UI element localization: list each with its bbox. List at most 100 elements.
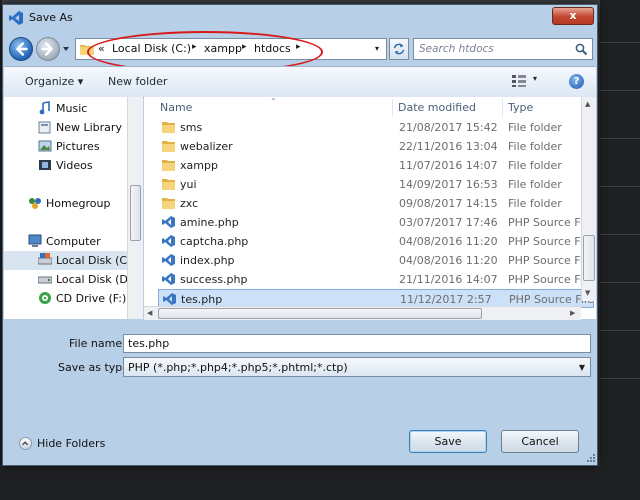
help-icon[interactable]: ? [569, 74, 584, 89]
file-name: tes.php [181, 293, 223, 306]
php-file-icon [162, 216, 175, 228]
videos-icon [39, 160, 51, 170]
file-list-vertical-scrollbar[interactable]: ▲ ▼ [581, 97, 596, 301]
nav-item-cd-drive[interactable]: CD Drive (F:) M [4, 289, 128, 308]
scroll-left-icon[interactable]: ◀ [147, 309, 152, 317]
file-name-input[interactable] [123, 334, 591, 353]
address-prefix[interactable]: « [98, 42, 105, 55]
file-date: 04/08/2016 11:20 [399, 235, 498, 248]
homegroup-icon [29, 198, 41, 209]
file-row[interactable]: amine.php 03/07/2017 17:46 PHP Source Fi… [158, 213, 594, 232]
file-row[interactable]: zxc 09/08/2017 14:15 File folder [158, 194, 594, 213]
recent-locations-chevron-icon[interactable] [62, 45, 70, 53]
cancel-button[interactable]: Cancel [501, 430, 579, 453]
computer-icon [28, 234, 42, 247]
php-file-icon [163, 293, 176, 305]
column-header-type[interactable]: Type [508, 101, 533, 114]
php-file-icon [162, 273, 175, 285]
file-type: PHP Source File [508, 216, 593, 229]
navigation-scrollbar[interactable] [127, 97, 143, 319]
resize-grip-icon[interactable] [585, 452, 595, 462]
breadcrumb-separator[interactable]: ▸ [296, 42, 301, 52]
back-button[interactable] [9, 37, 33, 61]
nav-item-music[interactable]: Music [4, 99, 128, 118]
library-icon [38, 121, 51, 134]
file-type: File folder [508, 121, 562, 134]
file-row[interactable]: sms 21/08/2017 15:42 File folder [158, 118, 594, 137]
address-dropdown[interactable]: ▾ [368, 39, 386, 59]
nav-item-local-disk-c[interactable]: Local Disk (C:) [4, 251, 128, 270]
file-row[interactable]: yui 14/09/2017 16:53 File folder [158, 175, 594, 194]
file-type: File folder [508, 140, 562, 153]
forward-button[interactable] [36, 37, 60, 61]
file-list-horizontal-scrollbar[interactable]: ◀ ▶ [144, 306, 581, 320]
save-button[interactable]: Save [409, 430, 487, 453]
column-divider[interactable] [392, 99, 393, 117]
column-header-date[interactable]: Date modified [398, 101, 476, 114]
folder-icon [162, 160, 175, 171]
refresh-icon [393, 43, 405, 55]
nav-item-label: CD Drive (F:) M [56, 292, 128, 305]
file-row[interactable]: index.php 04/08/2016 11:20 PHP Source Fi… [158, 251, 594, 270]
nav-item-new-library[interactable]: New Library [4, 118, 128, 137]
file-name: yui [180, 178, 197, 191]
column-divider[interactable] [502, 99, 503, 117]
scroll-down-icon[interactable]: ▼ [585, 289, 590, 297]
views-dropdown-icon[interactable]: ▾ [533, 74, 537, 83]
refresh-button[interactable] [389, 38, 409, 60]
nav-item-computer[interactable]: Computer [4, 232, 128, 251]
column-header-name[interactable]: Name [160, 101, 192, 114]
file-name: index.php [180, 254, 235, 267]
breadcrumb-xampp[interactable]: xampp [204, 42, 242, 55]
file-date: 11/07/2016 14:07 [399, 159, 498, 172]
hide-folders-button[interactable]: Hide Folders [37, 437, 105, 450]
breadcrumb-htdocs[interactable]: htdocs [254, 42, 291, 55]
nav-item-pictures[interactable]: Pictures [4, 137, 128, 156]
organize-button[interactable]: Organize ▾ [25, 75, 83, 88]
visual-studio-icon [9, 11, 23, 25]
chevron-up-icon[interactable] [19, 437, 32, 450]
file-date: 22/11/2016 13:04 [399, 140, 498, 153]
file-row[interactable]: xampp 11/07/2016 14:07 File folder [158, 156, 594, 175]
folder-icon [162, 141, 175, 152]
search-input[interactable]: Search htdocs [413, 38, 593, 60]
file-date: 14/09/2017 16:53 [399, 178, 498, 191]
nav-item-videos[interactable]: Videos [4, 156, 128, 175]
file-row[interactable]: webalizer 22/11/2016 13:04 File folder [158, 137, 594, 156]
close-button[interactable]: x [552, 7, 594, 25]
search-icon[interactable] [575, 43, 588, 56]
file-row[interactable]: success.php 21/11/2016 14:07 PHP Source … [158, 270, 594, 289]
nav-item-label: New Library [56, 121, 122, 134]
views-icon[interactable] [512, 75, 526, 87]
file-name: xampp [180, 159, 218, 172]
nav-item-label: Homegroup [46, 197, 111, 210]
file-name: success.php [180, 273, 248, 286]
scrollbar-thumb[interactable] [130, 185, 141, 241]
nav-item-homegroup[interactable]: Homegroup [4, 194, 128, 213]
scroll-right-icon[interactable]: ▶ [570, 309, 575, 317]
scroll-up-icon[interactable]: ▲ [585, 100, 590, 108]
file-name: captcha.php [180, 235, 249, 248]
file-date: 21/08/2017 15:42 [399, 121, 498, 134]
breadcrumb-separator[interactable]: ▸ [192, 42, 197, 52]
php-file-icon [162, 235, 175, 247]
file-name: zxc [180, 197, 199, 210]
nav-item-label: Local Disk (C:) [56, 254, 128, 267]
nav-item-label: Pictures [56, 140, 100, 153]
file-date: 09/08/2017 14:15 [399, 197, 498, 210]
chevron-down-icon: ▼ [578, 363, 585, 372]
editor-right-panel [600, 0, 640, 500]
breadcrumb-separator[interactable]: ▸ [242, 42, 247, 52]
nav-item-label: Music [56, 102, 88, 115]
new-folder-button[interactable]: New folder [108, 75, 167, 88]
address-bar[interactable]: « Local Disk (C:) ▸ xampp ▸ htdocs ▸ ▾ [75, 38, 387, 60]
save-as-type-select[interactable]: PHP (*.php;*.php4;*.php5;*.phtml;*.ctp) … [123, 357, 591, 377]
back-arrow-icon [16, 42, 28, 56]
file-row[interactable]: captcha.php 04/08/2016 11:20 PHP Source … [158, 232, 594, 251]
scrollbar-thumb[interactable] [583, 235, 595, 281]
breadcrumb-local-disk[interactable]: Local Disk (C:) [112, 42, 191, 55]
folder-icon [162, 179, 175, 190]
scrollbar-thumb[interactable] [158, 308, 482, 319]
nav-item-local-disk-d[interactable]: Local Disk (D:) [4, 270, 128, 289]
folder-icon [80, 45, 94, 55]
